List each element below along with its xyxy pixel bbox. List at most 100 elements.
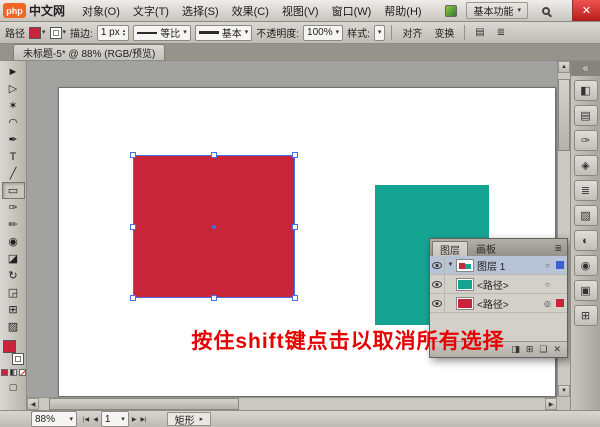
tool-type[interactable]: T (2, 148, 25, 165)
selection-handle-bottom[interactable] (211, 295, 217, 301)
tool-lasso[interactable]: ◠ (2, 114, 25, 131)
tool-mesh[interactable]: ⊞ (2, 301, 25, 318)
tool-magic-wand[interactable]: ✶ (2, 97, 25, 114)
menu-effect[interactable]: 效果(C) (226, 1, 275, 21)
gradient-mode-button[interactable] (10, 369, 17, 376)
fill-stroke-indicator[interactable] (2, 340, 25, 365)
scroll-left-icon[interactable]: ◀ (27, 398, 39, 410)
tool-paintbrush[interactable]: ✑ (2, 199, 25, 216)
last-artboard-icon[interactable]: ▶| (139, 416, 147, 423)
panel-menu-icon[interactable]: ≣ (551, 243, 565, 256)
color-panel-icon[interactable]: ◧ (574, 80, 598, 101)
tool-gradient[interactable]: ▨ (2, 318, 25, 335)
layer-row-layer1[interactable]: ▼ 图层 1 ○ (430, 256, 567, 275)
scroll-down-icon[interactable]: ▼ (558, 385, 570, 397)
expand-triangle-icon[interactable]: ▼ (445, 262, 456, 268)
canvas[interactable]: 按住shift键点击以取消所有选择 图层 画板 ≣ ▼ (27, 61, 570, 410)
first-artboard-icon[interactable]: |◀ (82, 416, 90, 423)
tool-line[interactable]: ╱ (2, 165, 25, 182)
selection-handle-top-right[interactable] (292, 152, 298, 158)
fill-color-swatch[interactable]: ▾ (29, 27, 46, 39)
graphic-styles-panel-icon[interactable]: ▣ (574, 280, 598, 301)
transparency-panel-icon[interactable]: ◐ (574, 230, 598, 251)
tool-direct-selection[interactable]: ▷ (2, 80, 25, 97)
tool-scale[interactable]: ◲ (2, 284, 25, 301)
width-profile-dropdown[interactable]: 等比 ▾ (133, 25, 191, 41)
stroke-width-input[interactable]: 1 px ▴ ▾ (97, 25, 129, 41)
workspace-switcher[interactable]: 基本功能 ▾ (466, 2, 528, 19)
stroke-indicator[interactable] (12, 353, 24, 365)
navigator-panel-icon[interactable]: ⊞ (574, 305, 598, 326)
menu-help[interactable]: 帮助(H) (378, 1, 427, 21)
expand-panels-icon[interactable]: « (571, 61, 600, 76)
stroke-panel-icon[interactable]: ≣ (574, 180, 598, 201)
visibility-toggle[interactable] (430, 294, 445, 312)
tab-layers[interactable]: 图层 (432, 241, 468, 256)
zoom-level-select[interactable]: 88% ▾ (31, 411, 77, 427)
selection-handle-right[interactable] (292, 224, 298, 230)
layer-row-teal-path[interactable]: <路径> ○ (430, 275, 567, 294)
selection-handle-left[interactable] (130, 224, 136, 230)
selection-handle-bottom-right[interactable] (292, 295, 298, 301)
align-button[interactable]: 对齐 (398, 24, 426, 41)
gradient-panel-icon[interactable]: ▨ (574, 205, 598, 226)
path-name[interactable]: <路径> (477, 296, 541, 311)
fill-indicator[interactable] (3, 340, 16, 353)
artboard-number-select[interactable]: 1 ▾ (101, 411, 129, 427)
selection-handle-top-left[interactable] (130, 152, 136, 158)
brush-definition-dropdown[interactable]: 基本 ▾ (195, 25, 253, 41)
visibility-toggle[interactable] (430, 256, 445, 274)
horizontal-scroll-track[interactable] (39, 398, 545, 410)
menu-view[interactable]: 视图(V) (276, 1, 325, 21)
opacity-label[interactable]: 不透明度: (256, 25, 299, 40)
screen-mode-button[interactable]: ▢ (9, 382, 18, 393)
menu-select[interactable]: 选择(S) (176, 1, 225, 21)
vertical-scroll-thumb[interactable] (558, 79, 570, 151)
selection-indicator[interactable] (554, 261, 565, 269)
style-dropdown[interactable]: ▾ (374, 25, 386, 41)
menu-object[interactable]: 对象(O) (76, 1, 126, 21)
appearance-panel-icon[interactable]: ◉ (574, 255, 598, 276)
none-mode-button[interactable] (19, 369, 26, 376)
tool-rotate[interactable]: ↻ (2, 267, 25, 284)
selection-indicator[interactable] (554, 280, 565, 288)
prev-artboard-icon[interactable]: ◀ (92, 416, 99, 423)
search-icon[interactable] (537, 2, 555, 20)
next-artboard-icon[interactable]: ▶ (131, 416, 138, 423)
layer-name[interactable]: 图层 1 (477, 258, 541, 273)
target-circle-icon[interactable]: ○ (541, 261, 554, 270)
spinner-icon[interactable]: ▴ ▾ (123, 29, 126, 37)
menu-type[interactable]: 文字(T) (127, 1, 175, 21)
tool-blob-brush[interactable]: ◉ (2, 233, 25, 250)
selection-handle-bottom-left[interactable] (130, 295, 136, 301)
preferences-icon[interactable]: ≣ (492, 25, 509, 41)
path-name[interactable]: <路径> (477, 277, 541, 292)
tool-pen[interactable]: ✒ (2, 131, 25, 148)
bridge-icon[interactable] (445, 5, 457, 17)
stroke-color-swatch[interactable]: ▾ (50, 27, 67, 39)
tab-artboards[interactable]: 画板 (469, 241, 503, 256)
red-rectangle-selected[interactable] (133, 155, 295, 298)
close-button[interactable]: ✕ (572, 0, 600, 21)
visibility-toggle[interactable] (430, 275, 445, 293)
scroll-up-icon[interactable]: ▲ (558, 61, 570, 73)
status-current-tool[interactable]: 矩形 ▸ (167, 412, 212, 426)
swatches-panel-icon[interactable]: ▤ (574, 105, 598, 126)
horizontal-scroll-thumb[interactable] (49, 398, 239, 410)
opacity-input[interactable]: 100% ▾ (303, 25, 343, 41)
menu-window[interactable]: 窗口(W) (326, 1, 378, 21)
target-circle-selected-icon[interactable]: ◎ (541, 299, 554, 308)
scroll-right-icon[interactable]: ▶ (545, 398, 557, 410)
horizontal-scrollbar[interactable]: ◀ ▶ (27, 397, 557, 410)
color-mode-button[interactable] (1, 369, 8, 376)
selection-indicator[interactable] (554, 299, 565, 307)
brushes-panel-icon[interactable]: ✑ (574, 130, 598, 151)
tool-selection[interactable]: ► (2, 63, 25, 80)
target-circle-icon[interactable]: ○ (541, 280, 554, 289)
document-setup-icon[interactable]: ▤ (471, 25, 488, 41)
document-tab[interactable]: 未标题-5* @ 88% (RGB/预览) (13, 44, 165, 60)
symbols-panel-icon[interactable]: ◈ (574, 155, 598, 176)
tool-pencil[interactable]: ✏ (2, 216, 25, 233)
layer-row-red-path[interactable]: <路径> ◎ (430, 294, 567, 313)
transform-button[interactable]: 变换 (430, 24, 458, 41)
